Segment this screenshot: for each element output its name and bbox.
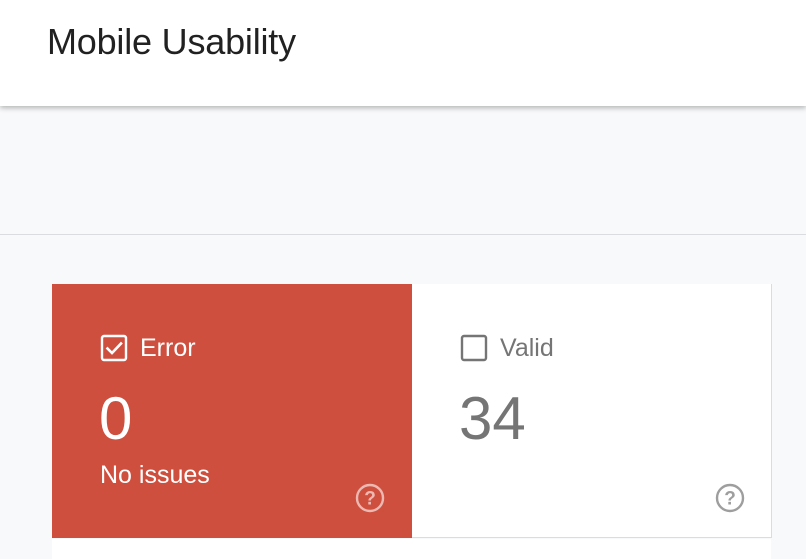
svg-text:?: ? bbox=[364, 489, 376, 510]
page-title: Mobile Usability bbox=[47, 21, 296, 62]
checkbox-unchecked-icon[interactable] bbox=[460, 334, 488, 362]
help-circle-icon[interactable]: ? bbox=[354, 482, 386, 514]
help-circle-icon[interactable]: ? bbox=[714, 482, 746, 514]
page-header: Mobile Usability bbox=[0, 0, 806, 106]
status-cards: Error 0 No issues ? Valid 34 ? bbox=[52, 284, 806, 559]
checkbox-checked-icon[interactable] bbox=[100, 334, 128, 362]
svg-text:?: ? bbox=[724, 489, 736, 510]
valid-label: Valid bbox=[500, 334, 554, 362]
error-count: 0 bbox=[99, 385, 133, 452]
error-toggle[interactable]: Error bbox=[100, 334, 196, 362]
valid-card[interactable]: Valid 34 ? bbox=[412, 284, 772, 538]
valid-count: 34 bbox=[459, 385, 526, 452]
divider bbox=[0, 234, 806, 235]
error-card[interactable]: Error 0 No issues ? bbox=[52, 284, 412, 538]
valid-toggle[interactable]: Valid bbox=[460, 334, 554, 362]
chart-panel-edge bbox=[52, 539, 771, 559]
error-subtext: No issues bbox=[100, 461, 210, 489]
error-label: Error bbox=[140, 334, 196, 362]
